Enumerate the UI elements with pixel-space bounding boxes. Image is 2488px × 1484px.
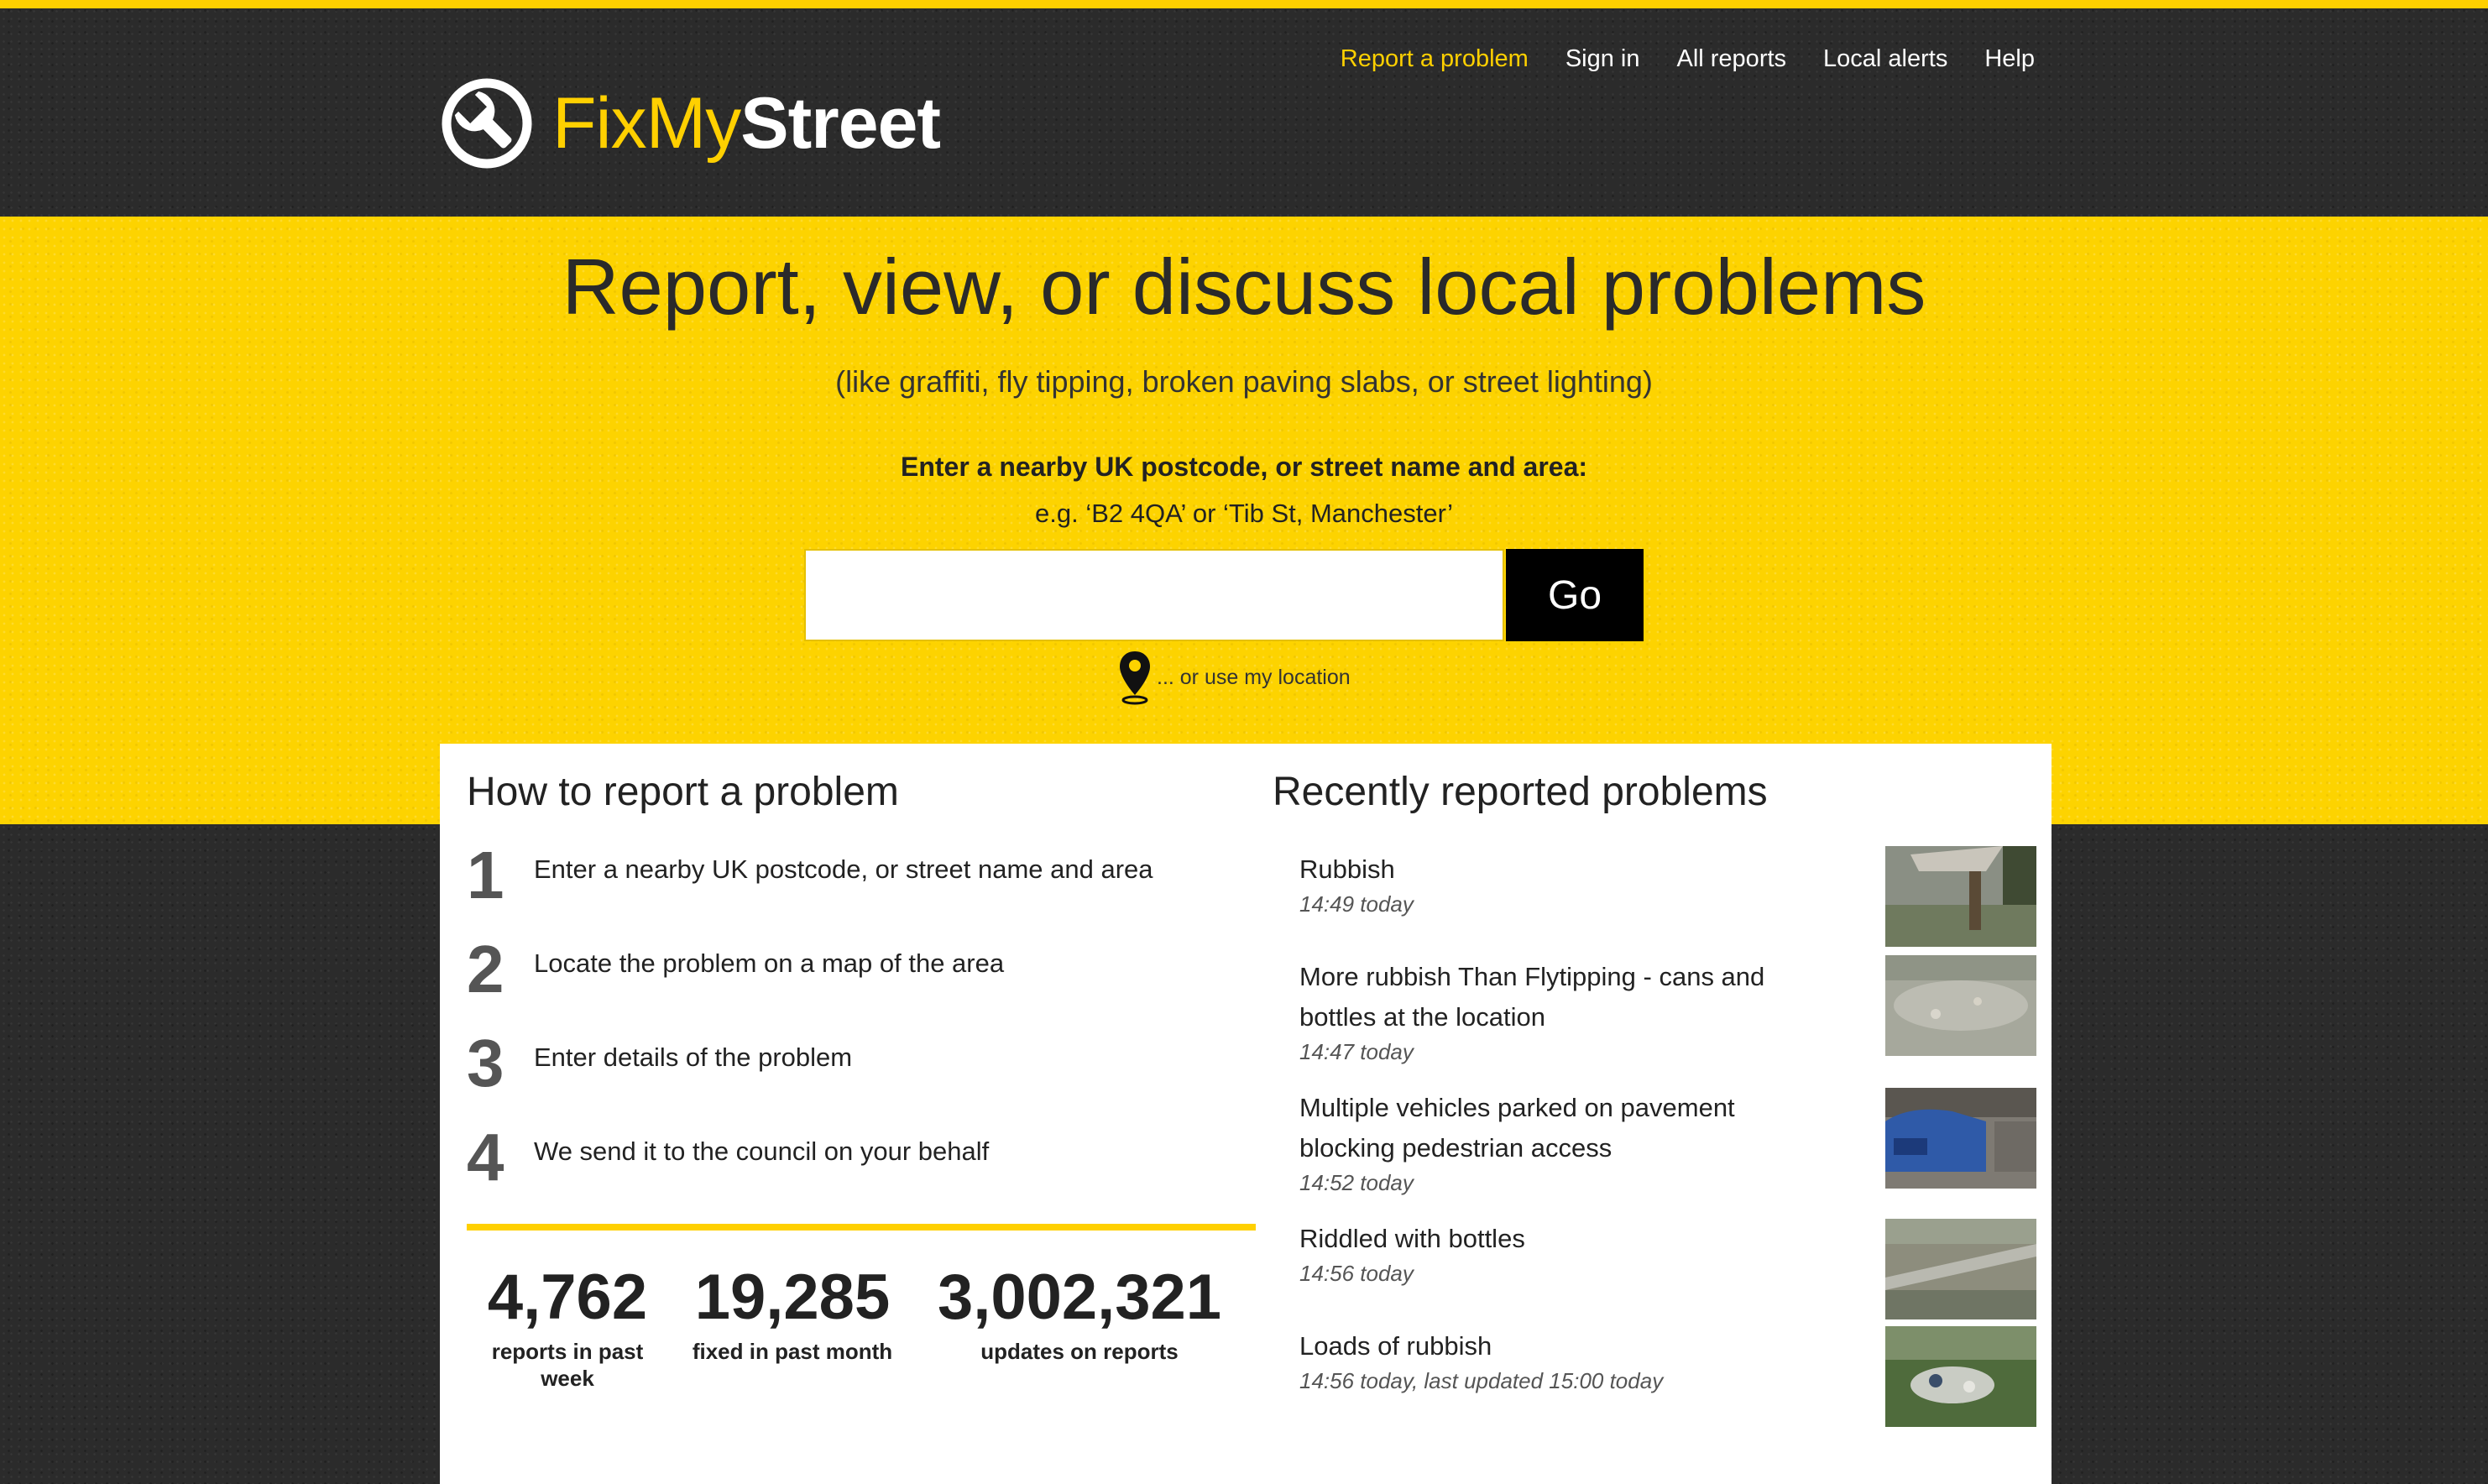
logo-wordmark: FixMyStreet [552, 87, 941, 159]
report-title: Rubbish [1299, 854, 1395, 884]
report-time: 14:56 today, last updated 15:00 today [1299, 1368, 1664, 1393]
step-number: 4 [467, 1120, 504, 1194]
stat-label: updates on reports [980, 1339, 1179, 1364]
step-item: 2 Locate the problem on a map of the are… [467, 932, 1256, 1007]
report-title: Riddled with bottles [1299, 1224, 1525, 1253]
report-item[interactable]: More rubbish Than Flytipping - cans and … [1299, 955, 2036, 1066]
step-text: Enter details of the problem [534, 1042, 853, 1072]
nav-all-reports[interactable]: All reports [1676, 45, 1786, 73]
stat-updates: 3,002,321 updates on reports [920, 1257, 1239, 1365]
report-time: 14:52 today [1299, 1170, 1414, 1195]
step-text: Locate the problem on a map of the area [534, 948, 1005, 978]
postcode-label: Enter a nearby UK postcode, or street na… [900, 452, 1588, 482]
postcode-search-box [804, 549, 1504, 641]
step-text: We send it to the council on your behalf [534, 1137, 990, 1166]
how-to-title: How to report a problem [467, 770, 899, 814]
postcode-input[interactable] [806, 551, 1503, 640]
hero-subtitle: (like graffiti, fly tipping, broken pavi… [835, 364, 1653, 399]
report-item[interactable]: Multiple vehicles parked on pavement blo… [1299, 1088, 2036, 1197]
main-nav: Report a problem Sign in All reports Loc… [1341, 45, 2035, 73]
stat-number: 3,002,321 [937, 1262, 1222, 1333]
stat-reports-week: 4,762 reports in past week [483, 1257, 651, 1392]
nav-local-alerts[interactable]: Local alerts [1823, 45, 1947, 73]
location-pin-icon [1120, 651, 1150, 705]
report-item[interactable]: Rubbish 14:49 today [1299, 846, 2036, 959]
nav-help[interactable]: Help [1984, 45, 2035, 73]
step-number: 2 [467, 932, 504, 1006]
report-time: 14:47 today [1299, 1039, 1414, 1064]
top-accent-line [0, 0, 2488, 8]
use-my-location-label: ... or use my location [1157, 665, 1351, 689]
report-thumbnail [1885, 846, 2036, 947]
step-item: 1 Enter a nearby UK postcode, or street … [467, 838, 1256, 913]
report-thumbnail [1885, 1088, 2036, 1189]
report-title: More rubbish Than Flytipping - cans and … [1299, 962, 1765, 1032]
stat-number: 4,762 [487, 1262, 648, 1333]
report-item[interactable]: Loads of rubbish 14:56 today, last updat… [1299, 1326, 2036, 1435]
recent-reports-column: Recently reported problems Rubbish 14:49… [1273, 744, 2036, 1484]
nav-sign-in[interactable]: Sign in [1565, 45, 1640, 73]
report-title: Multiple vehicles parked on pavement blo… [1299, 1093, 1735, 1163]
stat-fixed-month: 19,285 fixed in past month [683, 1257, 902, 1365]
go-button[interactable]: Go [1506, 549, 1644, 641]
logo-fix-text: FixMy [552, 83, 741, 164]
stat-label: fixed in past month [692, 1339, 893, 1364]
step-item: 4 We send it to the council on your beha… [467, 1120, 1256, 1195]
step-number: 3 [467, 1026, 504, 1100]
report-thumbnail [1885, 1326, 2036, 1427]
wrench-icon [442, 78, 532, 169]
content-card: How to report a problem 1 Enter a nearby… [440, 744, 2052, 1484]
site-logo[interactable]: FixMyStreet [440, 69, 941, 178]
hero-section: Report, view, or discuss local problems … [0, 217, 2488, 824]
report-time: 14:49 today [1299, 891, 1414, 917]
report-title: Loads of rubbish [1299, 1331, 1492, 1361]
stat-label: reports in past week [491, 1339, 644, 1391]
report-thumbnail [1885, 1219, 2036, 1319]
nav-report-problem[interactable]: Report a problem [1341, 45, 1529, 73]
page-title: Report, view, or discuss local problems [562, 243, 1926, 331]
logo-street-text: Street [740, 83, 941, 164]
step-item: 3 Enter details of the problem [467, 1026, 1256, 1101]
recent-reports-title: Recently reported problems [1273, 770, 1768, 814]
report-thumbnail [1885, 955, 2036, 1056]
report-time: 14:56 today [1299, 1261, 1414, 1286]
step-number: 1 [467, 838, 504, 912]
report-item[interactable]: Riddled with bottles 14:56 today [1299, 1219, 2036, 1328]
step-text: Enter a nearby UK postcode, or street na… [534, 854, 1153, 884]
stat-number: 19,285 [694, 1262, 891, 1333]
how-to-column: How to report a problem 1 Enter a nearby… [467, 744, 1256, 1484]
site-header: FixMyStreet Report a problem Sign in All… [0, 8, 2488, 217]
use-my-location-link[interactable]: ... or use my location [1116, 648, 1351, 707]
postcode-example: e.g. ‘B2 4QA’ or ‘Tib St, Manchester’ [1035, 499, 1453, 528]
stats-divider [467, 1224, 1256, 1231]
